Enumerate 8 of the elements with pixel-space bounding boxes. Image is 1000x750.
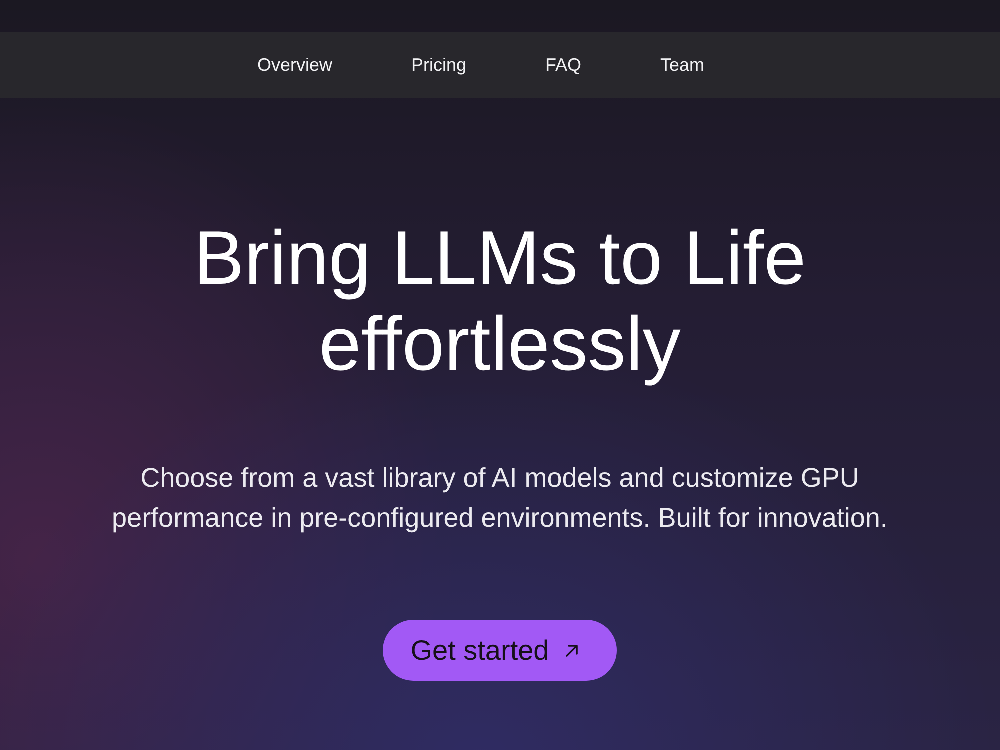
hero-subtitle: Choose from a vast library of AI models and customize GPU performance in pre-configured environments. Built for innovation. [111,462,889,535]
nav-link[interactable]: FAQ [546,54,582,76]
nav-link[interactable]: Pricing [411,54,466,76]
get-started-button[interactable]: Get started [382,620,618,681]
nav-link[interactable]: Team [660,54,705,76]
arrow-up-right-icon [565,644,580,658]
hero-title: Bring LLMs to Life effortlessly [194,216,806,388]
nav-link[interactable]: Overview [257,54,332,76]
